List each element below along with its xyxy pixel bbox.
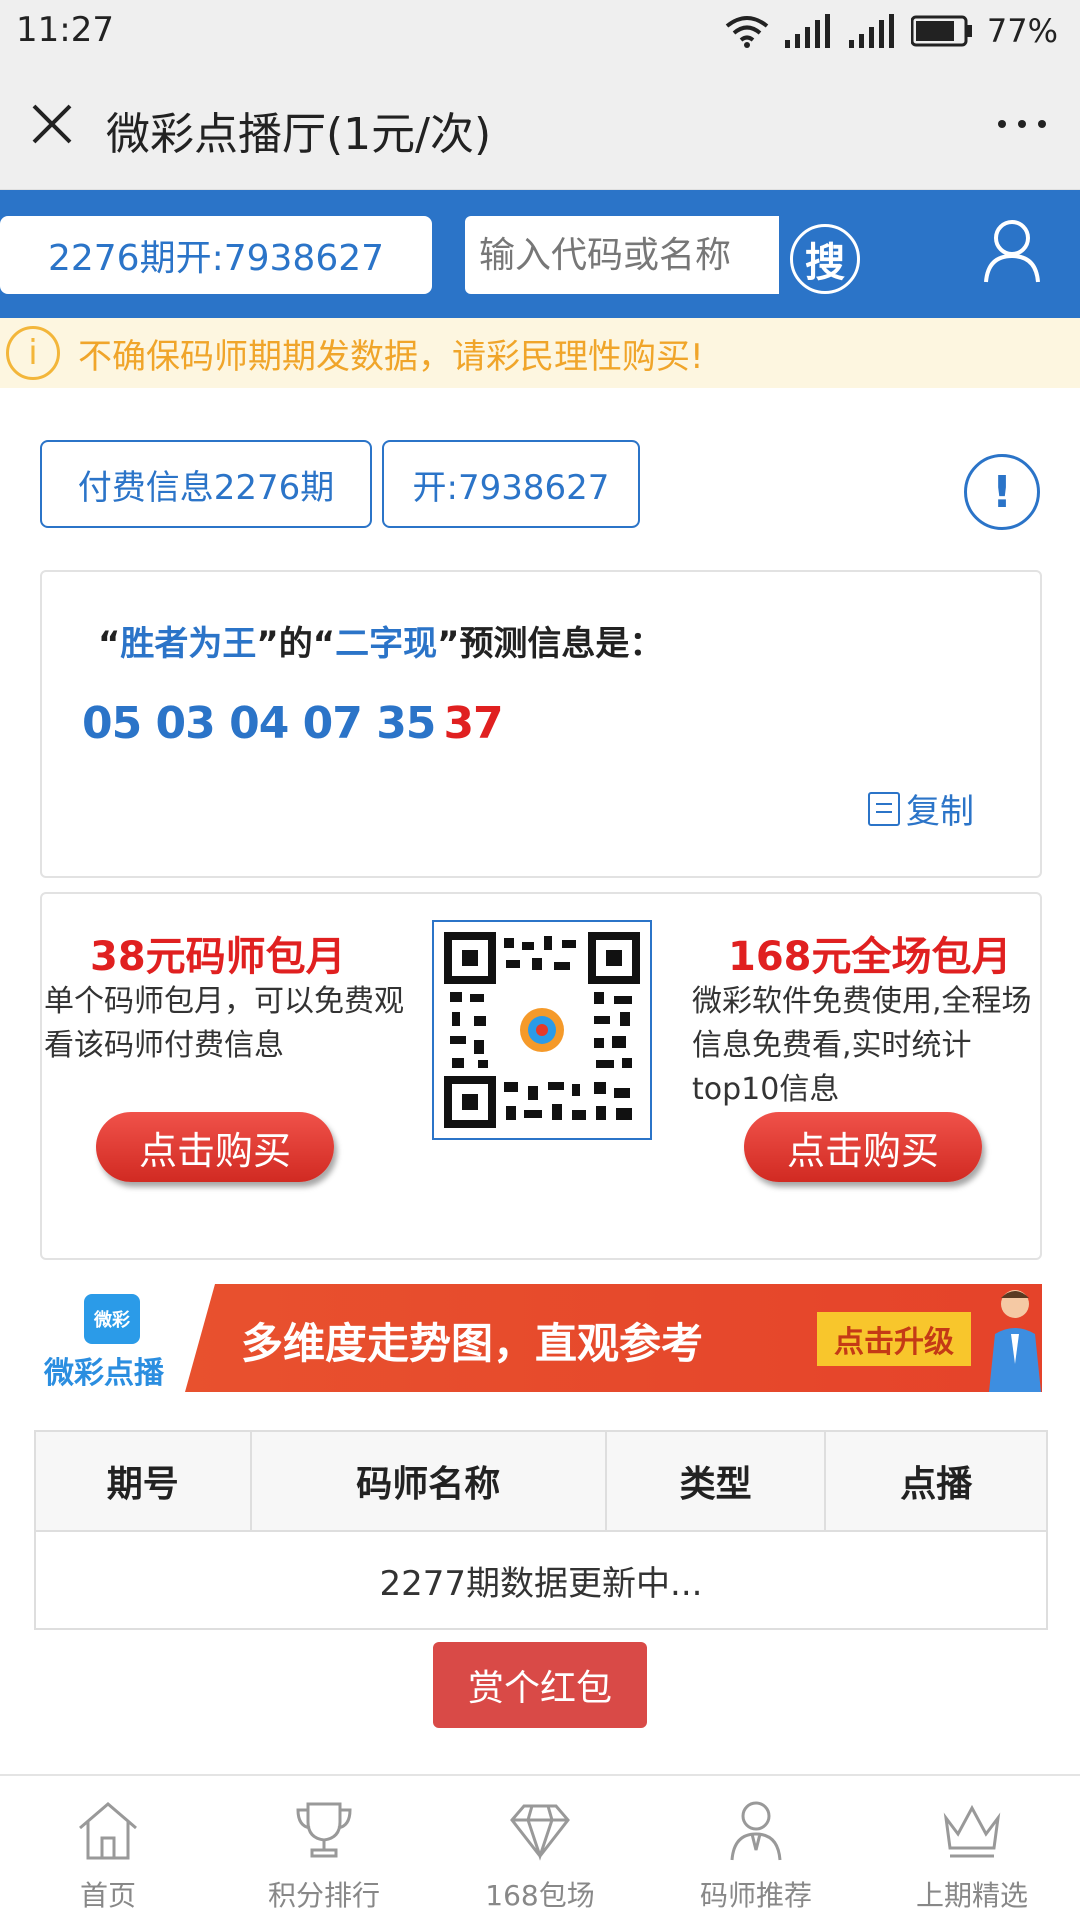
battery-level: 77% xyxy=(986,12,1058,50)
home-icon xyxy=(79,1802,137,1860)
nav-home[interactable]: 首页 xyxy=(0,1776,216,1920)
period-label[interactable]: 2276期开:7938627 xyxy=(0,216,432,294)
info-icon: i xyxy=(6,326,60,380)
battery-icon xyxy=(910,15,972,47)
red-packet-button[interactable]: 赏个红包 xyxy=(433,1642,647,1728)
monthly-master-desc: 单个码师包月，可以免费观看该码师付费信息 xyxy=(44,984,404,1063)
prediction-card: “胜者为王”的“二字现”预测信息是： 05 03 04 07 35 37 复制 xyxy=(40,570,1042,878)
more-icon[interactable] xyxy=(992,104,1052,144)
prediction-numbers: 05 03 04 07 35 37 xyxy=(82,698,504,749)
buy-master-button[interactable]: 点击购买 xyxy=(96,1112,334,1182)
alert-icon[interactable]: ! xyxy=(964,454,1040,530)
qr-code xyxy=(432,920,652,1140)
column-header-period: 期号 xyxy=(34,1430,252,1532)
monthly-master-title: 38元码师包月 xyxy=(90,934,346,980)
column-header-type: 类型 xyxy=(604,1430,827,1532)
buy-all-button[interactable]: 点击购买 xyxy=(744,1112,982,1182)
paid-info-label[interactable]: 付费信息2276期 xyxy=(40,440,372,528)
logo-text: 微彩点播 xyxy=(44,1356,164,1391)
header-bar: 2276期开:7938627 搜 xyxy=(0,190,1080,318)
nav-selection[interactable]: 上期精选 xyxy=(864,1776,1080,1920)
copy-button[interactable]: 复制 xyxy=(868,784,974,833)
column-header-master: 码师名称 xyxy=(249,1430,607,1532)
open-result-label[interactable]: 开:7938627 xyxy=(382,440,640,528)
search-button[interactable]: 搜 xyxy=(790,224,860,294)
status-time: 11:27 xyxy=(16,10,114,50)
presenter-icon xyxy=(989,1290,1041,1392)
nav-package[interactable]: 168包场 xyxy=(432,1776,648,1920)
title-bar: 微彩点播厅(1元/次) xyxy=(0,62,1080,190)
close-icon[interactable] xyxy=(28,100,76,148)
monthly-all-title: 168元全场包月 xyxy=(728,934,1012,980)
table-row: 2277期数据更新中... xyxy=(34,1530,1048,1630)
table-status-cell: 2277期数据更新中... xyxy=(34,1530,1048,1630)
data-table: 期号 码师名称 类型 点播 2277期数据更新中... xyxy=(34,1430,1048,1630)
status-indicators: 77% xyxy=(725,10,1058,52)
prediction-heading: “胜者为王”的“二字现”预测信息是： xyxy=(98,624,664,664)
upgrade-button[interactable]: 点击升级 xyxy=(817,1312,971,1366)
user-icon[interactable] xyxy=(980,216,1044,288)
trophy-icon xyxy=(296,1802,352,1858)
qr-code-icon xyxy=(444,932,640,1128)
status-bar: 11:27 77% xyxy=(0,0,1080,62)
warning-bar: i 不确保码师期期发数据，请彩民理性购买! xyxy=(0,318,1080,388)
highlight-number: 37 xyxy=(443,698,503,749)
nav-master[interactable]: 码师推荐 xyxy=(648,1776,864,1920)
wifi-icon xyxy=(725,16,769,48)
page-title: 微彩点播厅(1元/次) xyxy=(106,109,492,160)
monthly-all-desc: 微彩软件免费使用,全程场信息免费看,实时统计top10信息 xyxy=(692,984,1032,1107)
prediction-type: 二字现 xyxy=(335,624,438,664)
crown-icon xyxy=(943,1804,1001,1858)
diamond-icon xyxy=(510,1804,570,1861)
package-card: 38元码师包月 单个码师包月，可以免费观看该码师付费信息 点击购买 168元全场… xyxy=(40,892,1042,1260)
app-logo: 微彩 微彩点播 xyxy=(40,1284,185,1392)
signal-icon xyxy=(784,14,830,48)
banner-text: 多维度走势图，直观参考 xyxy=(241,1319,704,1368)
search-input[interactable] xyxy=(465,216,779,294)
nav-ranking[interactable]: 积分排行 xyxy=(216,1776,432,1920)
logo-badge: 微彩 xyxy=(84,1294,140,1344)
table-header-row: 期号 码师名称 类型 点播 xyxy=(34,1430,1048,1532)
warning-text: 不确保码师期期发数据，请彩民理性购买! xyxy=(78,336,704,377)
bottom-nav: 首页 积分排行 168包场 码师推荐 上期精选 xyxy=(0,1774,1080,1920)
upgrade-banner[interactable]: 微彩 微彩点播 多维度走势图，直观参考 点击升级 xyxy=(40,1284,1042,1392)
signal-icon xyxy=(848,14,894,48)
master-name: 胜者为王 xyxy=(120,624,257,664)
person-icon xyxy=(730,1801,782,1861)
copy-icon xyxy=(868,791,900,826)
banner-main: 多维度走势图，直观参考 点击升级 xyxy=(185,1284,1042,1392)
column-header-play: 点播 xyxy=(824,1430,1048,1532)
